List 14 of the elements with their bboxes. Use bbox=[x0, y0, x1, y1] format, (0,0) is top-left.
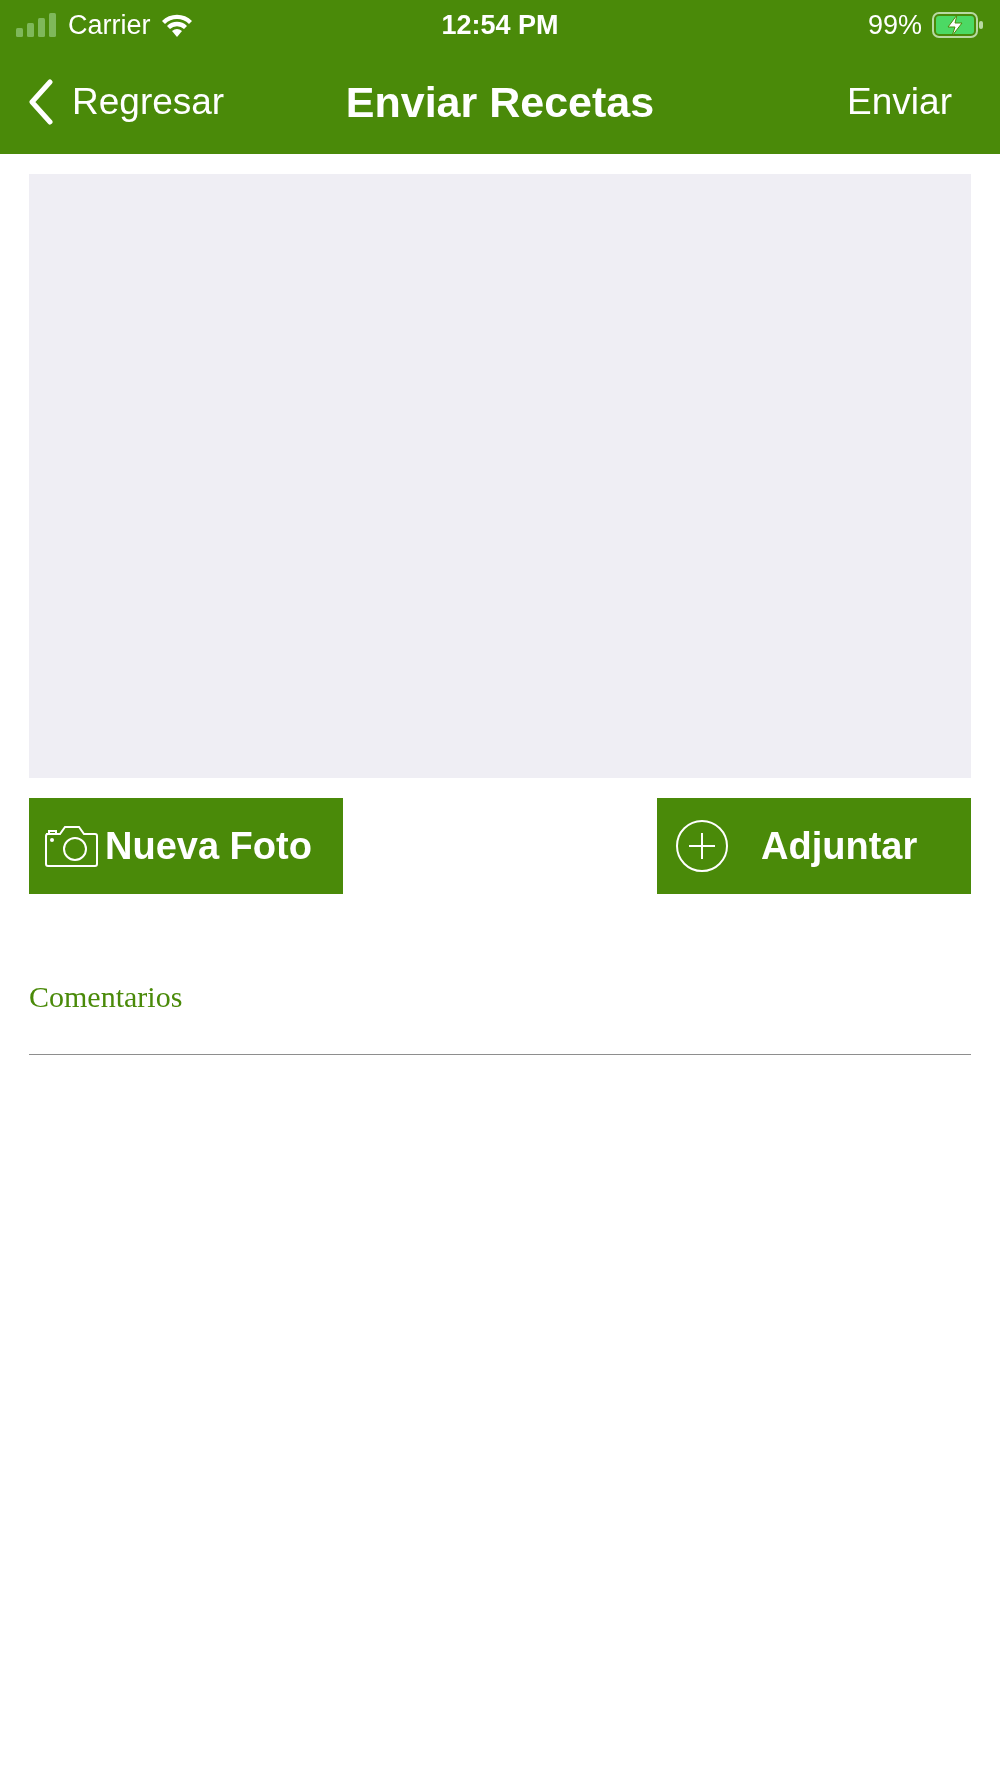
wifi-icon bbox=[160, 13, 193, 37]
back-button[interactable]: Regresar bbox=[28, 79, 268, 125]
carrier-name: Carrier bbox=[68, 9, 151, 41]
screen-title: Enviar Recetas bbox=[345, 77, 655, 127]
add-icon bbox=[675, 819, 729, 873]
new-photo-button[interactable]: Nueva Foto bbox=[29, 798, 343, 894]
send-button[interactable]: Enviar bbox=[732, 81, 972, 123]
battery-charging-icon bbox=[932, 12, 984, 38]
back-chevron-icon bbox=[28, 79, 54, 125]
clock-time: 12:54 PM bbox=[441, 9, 559, 41]
battery-percent: 99% bbox=[867, 9, 922, 41]
camera-icon bbox=[43, 824, 99, 868]
attach-button[interactable]: Adjuntar bbox=[657, 798, 971, 894]
signal-icon bbox=[16, 13, 58, 37]
